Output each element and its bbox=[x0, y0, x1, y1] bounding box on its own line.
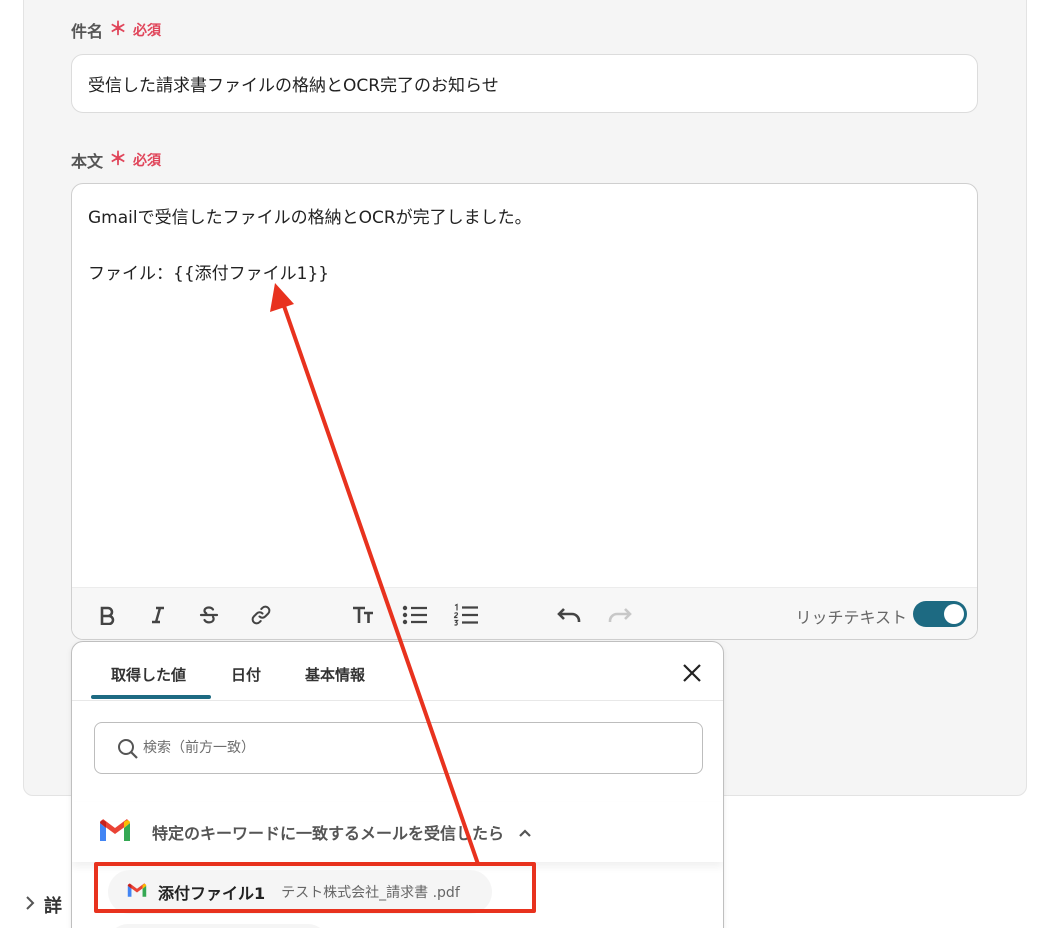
editor-line: Gmailで受信したファイルの格納とOCRが完了しました。 bbox=[88, 208, 532, 228]
numbered-list-icon[interactable] bbox=[453, 602, 479, 628]
tab-basic-info[interactable]: 基本情報 bbox=[305, 664, 365, 685]
editor-line bbox=[88, 232, 961, 260]
bold-icon[interactable] bbox=[94, 602, 120, 628]
redo-icon[interactable] bbox=[607, 602, 633, 628]
tab-acquired-values[interactable]: 取得した値 bbox=[111, 664, 186, 685]
search-input[interactable] bbox=[94, 722, 703, 774]
chevron-up-icon[interactable] bbox=[518, 825, 532, 839]
required-mark: ＊ bbox=[109, 19, 128, 40]
bullet-list-icon[interactable] bbox=[402, 602, 428, 628]
value-item-label: 添付ファイル1 bbox=[158, 884, 266, 903]
popup-tabs: 取得した値 日付 基本情報 bbox=[72, 642, 723, 701]
undo-icon[interactable] bbox=[556, 602, 582, 628]
chevron-right-icon bbox=[24, 894, 36, 917]
gmail-icon bbox=[98, 817, 132, 847]
active-tab-indicator bbox=[91, 695, 211, 699]
text-size-icon[interactable] bbox=[350, 602, 376, 628]
trigger-section-header[interactable]: 特定のキーワードに一致するメールを受信したら bbox=[72, 802, 723, 862]
editor-content[interactable]: Gmailで受信したファイルの格納とOCRが完了しました。 ファイル：{{添付フ… bbox=[72, 184, 977, 308]
required-mark: ＊ bbox=[109, 149, 128, 170]
subject-input[interactable]: 受信した請求書ファイルの格納とOCR完了のお知らせ bbox=[71, 54, 978, 113]
section-title: 特定のキーワードに一致するメールを受信したら bbox=[152, 824, 505, 843]
close-icon[interactable] bbox=[681, 662, 703, 684]
search-icon bbox=[117, 738, 139, 760]
required-text: 必須 bbox=[133, 153, 162, 169]
tab-date[interactable]: 日付 bbox=[231, 664, 261, 685]
editor-toolbar: リッチテキスト bbox=[72, 587, 977, 639]
italic-icon[interactable] bbox=[145, 602, 171, 628]
variable-picker-popup: 取得した値 日付 基本情報 特定のキーワードに一致するメールを受信したら bbox=[71, 641, 724, 928]
value-item-attachment[interactable]: 添付ファイル1 テスト株式会社_請求書 .pdf bbox=[108, 870, 492, 914]
toggle-knob bbox=[944, 604, 964, 624]
value-item-preview: テスト株式会社_請求書 .pdf bbox=[281, 885, 460, 901]
gmail-icon bbox=[126, 882, 148, 902]
body-label: 本文 ＊ 必須 bbox=[71, 149, 162, 172]
editor-line: ファイル：{{添付ファイル1}} bbox=[88, 264, 330, 284]
rich-text-label: リッチテキスト bbox=[795, 608, 907, 627]
strikethrough-icon[interactable] bbox=[196, 602, 222, 628]
subject-value: 受信した請求書ファイルの格納とOCR完了のお知らせ bbox=[88, 76, 499, 96]
link-icon[interactable] bbox=[248, 602, 274, 628]
details-label: 詳 bbox=[44, 896, 62, 917]
details-toggle[interactable]: 詳 bbox=[24, 892, 62, 918]
rich-text-toggle[interactable] bbox=[913, 601, 967, 627]
required-text: 必須 bbox=[133, 23, 162, 39]
value-item-partial[interactable] bbox=[108, 924, 328, 928]
scrolled-item-peek bbox=[110, 786, 230, 800]
subject-label: 件名 ＊ 必須 bbox=[71, 19, 162, 42]
body-editor[interactable]: Gmailで受信したファイルの格納とOCRが完了しました。 ファイル：{{添付フ… bbox=[71, 183, 978, 640]
